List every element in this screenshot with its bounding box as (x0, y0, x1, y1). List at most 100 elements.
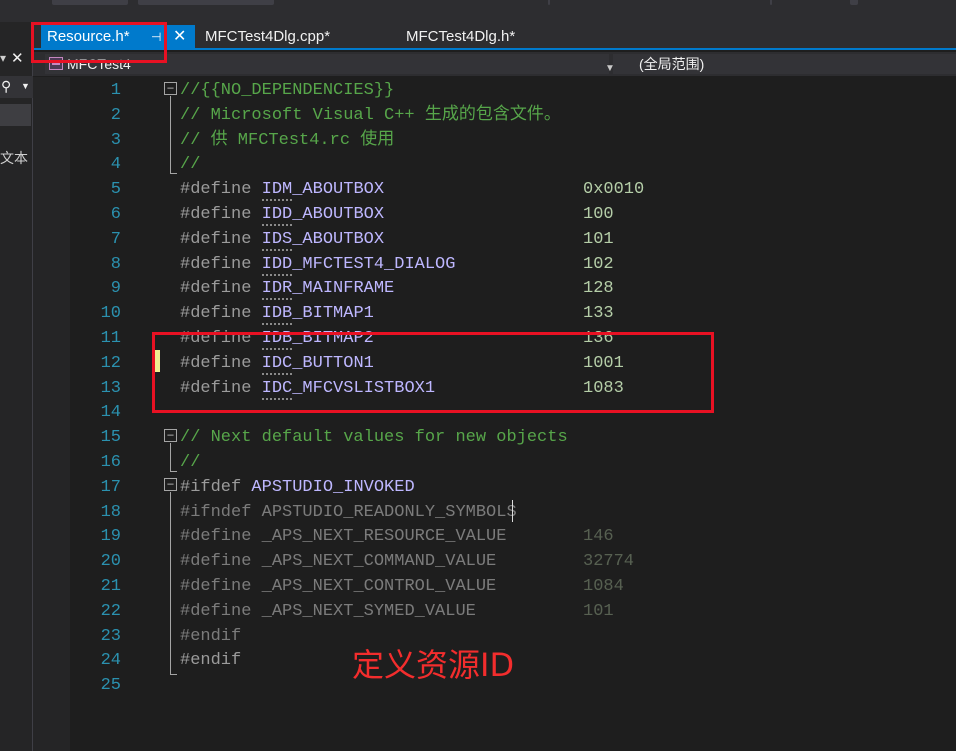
line-number: 19 (100, 527, 121, 547)
line-number: 6 (110, 205, 121, 224)
preprocessor-keyword: #define (180, 552, 262, 572)
macro-name: IDB_BITMAP1 (261, 304, 374, 326)
chevron-down-icon[interactable]: ▼ (21, 81, 30, 91)
code-text: #define IDD_MFCTEST4_DIALOG 102 (180, 252, 614, 277)
code-line[interactable]: 6 #define IDD_ABOUTBOX 100 (33, 202, 956, 227)
line-number: 9 (110, 279, 121, 299)
close-icon[interactable]: ✕ (11, 51, 24, 66)
search-icon[interactable]: ⚲ (1, 78, 11, 95)
macro-name-rest: _ABOUTBOX (292, 229, 385, 249)
macro-value: 133 (583, 304, 614, 324)
toolbar-separator (770, 0, 772, 5)
code-line[interactable]: 2 // Microsoft Visual C++ 生成的包含文件。 (33, 103, 956, 128)
code-line[interactable]: 21 #define _APS_NEXT_CONTROL_VALUE 1084 (33, 574, 956, 599)
code-text: #define _APS_NEXT_SYMED_VALUE 101 (180, 599, 614, 624)
line-number: 10 (100, 304, 121, 324)
toolbar-button[interactable] (850, 0, 858, 5)
macro-name-rest: _BITMAP1 (292, 304, 374, 324)
preprocessor-keyword: #define (180, 577, 262, 596)
line-number: 12 (100, 353, 121, 373)
code-text: #define _APS_NEXT_CONTROL_VALUE 1084 (180, 574, 624, 599)
code-line[interactable]: 7 #define IDS_ABOUTBOX 101 (33, 227, 956, 252)
code-line[interactable]: 20 #define _APS_NEXT_COMMAND_VALUE 32774 (33, 549, 956, 574)
line-number: 1 (110, 81, 121, 100)
macro-name: _APS_NEXT_COMMAND_VALUE (261, 552, 497, 572)
navigation-bar: MFCTest4 ▼ (全局范围) (33, 52, 956, 76)
document-tab-bar: Resource.h* ⊣ ✕ MFCTest4Dlg.cpp* MFCTest… (33, 22, 956, 50)
intellisense-hint: IDB (261, 304, 293, 326)
macro-value: 102 (583, 254, 614, 274)
toolbar-button[interactable] (138, 0, 274, 5)
chevron-down-icon[interactable]: ▾ (0, 51, 6, 65)
code-comment: // Microsoft Visual C++ 生成的包含文件。 (180, 105, 561, 125)
code-line[interactable]: 17 #ifdef APSTUDIO_INVOKED (33, 475, 956, 500)
line-number: 14 (100, 403, 121, 423)
code-line[interactable]: 1 //{{NO_DEPENDENCIES}} (33, 78, 956, 103)
toolbar-button[interactable] (52, 0, 128, 5)
line-number: 25 (100, 676, 121, 696)
code-text: // Microsoft Visual C++ 生成的包含文件。 (180, 103, 561, 128)
preprocessor-keyword: #define (180, 304, 262, 324)
line-number: 2 (110, 105, 121, 125)
code-line[interactable]: 15 // Next default values for new objects (33, 425, 956, 450)
code-line[interactable]: 3 // 供 MFCTest4.rc 使用 (33, 128, 956, 153)
code-line[interactable]: 4 // (33, 152, 956, 177)
code-line[interactable]: 19 #define _APS_NEXT_RESOURCE_VALUE 146 (33, 524, 956, 549)
macro-name-rest: _MAINFRAME (292, 279, 395, 299)
code-line[interactable]: 5 #define IDM_ABOUTBOX 0x0010 (33, 177, 956, 202)
line-number: 11 (100, 329, 121, 348)
scope-dropdown[interactable]: (全局范围) (613, 54, 956, 74)
macro-value: 128 (583, 279, 614, 299)
macro-name: IDD_MFCTEST4_DIALOG (261, 254, 456, 276)
code-text: #define _APS_NEXT_COMMAND_VALUE 32774 (180, 549, 634, 574)
code-text: #ifndef APSTUDIO_READONLY_SYMBOLS (180, 500, 517, 525)
preprocessor-keyword: #define (180, 527, 262, 547)
panel-search-box[interactable]: ⚲ ▼ (0, 76, 33, 98)
preprocessor-keyword: #endif (180, 651, 242, 671)
intellisense-hint: IDD (261, 254, 293, 276)
tab-mfctest4dlg-cpp[interactable]: MFCTest4Dlg.cpp* (199, 25, 330, 49)
code-line[interactable]: 22 #define _APS_NEXT_SYMED_VALUE 101 (33, 599, 956, 624)
line-number: 21 (100, 577, 121, 596)
code-comment: // Next default values for new objects (180, 428, 568, 448)
intellisense-hint: IDR (261, 279, 293, 301)
preprocessor-keyword: #define (180, 205, 262, 224)
code-text: //{{NO_DEPENDENCIES}} (180, 78, 394, 103)
macro-name-rest: _MFCTEST4_DIALOG (292, 254, 456, 274)
scope-label: (全局范围) (639, 56, 705, 72)
macro-value: 32774 (583, 552, 635, 572)
preprocessor-keyword: #define (180, 229, 262, 249)
panel-item-label[interactable]: 文本 (0, 148, 28, 168)
code-line[interactable]: 10 #define IDB_BITMAP1 133 (33, 301, 956, 326)
macro-name: _APS_NEXT_RESOURCE_VALUE (261, 527, 507, 547)
ide-window: ▾ ✕ ⚲ ▼ 文本 Resource.h* ⊣ ✕ MFCTest4Dlg.c… (0, 0, 956, 751)
line-number: 20 (100, 552, 121, 572)
line-number: 3 (110, 130, 121, 150)
code-text: #define IDB_BITMAP1 133 (180, 301, 614, 326)
preprocessor-keyword: #define (180, 279, 262, 299)
code-line[interactable]: 8 #define IDD_MFCTEST4_DIALOG 102 (33, 252, 956, 277)
macro-value: 101 (583, 601, 614, 621)
macro-name: _APS_NEXT_SYMED_VALUE (261, 601, 476, 621)
tab-mfctest4dlg-h[interactable]: MFCTest4Dlg.h* (400, 25, 515, 49)
code-line[interactable]: 18 #ifndef APSTUDIO_READONLY_SYMBOLS (33, 500, 956, 525)
panel-selected-item[interactable] (0, 104, 31, 126)
line-number: 17 (100, 477, 121, 497)
macro-name-rest: _ABOUTBOX (292, 205, 385, 224)
highlight-box-tab (31, 22, 167, 63)
code-text: // (180, 450, 200, 475)
preprocessor-keyword: #define (180, 254, 262, 274)
toolbar-separator (548, 0, 550, 5)
code-line[interactable]: 16 // (33, 450, 956, 475)
line-number: 22 (100, 601, 121, 621)
macro-value: 0x0010 (583, 180, 645, 200)
tab-label: MFCTest4Dlg.cpp* (205, 28, 331, 45)
line-number: 18 (100, 502, 121, 522)
macro-name: IDS_ABOUTBOX (261, 229, 385, 251)
code-line[interactable]: 9 #define IDR_MAINFRAME 128 (33, 276, 956, 301)
close-icon[interactable]: ✕ (173, 25, 186, 49)
annotation-label: 定义资源ID (352, 646, 515, 684)
macro-name: IDD_ABOUTBOX (261, 205, 385, 226)
code-comment: // (180, 155, 201, 175)
preprocessor-keyword: #define (180, 601, 262, 621)
